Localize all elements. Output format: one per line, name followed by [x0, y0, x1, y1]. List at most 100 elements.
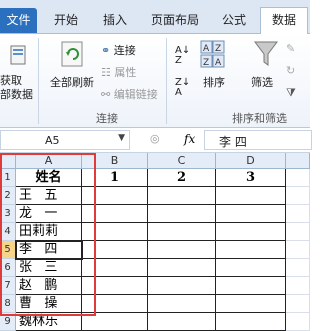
empty-cell[interactable]: [286, 187, 310, 205]
empty-cell[interactable]: [286, 241, 310, 259]
tab-data[interactable]: 数据: [260, 7, 308, 34]
row-header[interactable]: 2: [0, 187, 16, 205]
connections-label: 连接: [113, 44, 136, 57]
cell-b1[interactable]: 1: [82, 169, 148, 187]
empty-cell[interactable]: [286, 277, 310, 295]
empty-cell[interactable]: [216, 295, 286, 313]
reapply-icon: ↻: [286, 64, 296, 77]
properties-button[interactable]: ☷ 属性: [101, 64, 136, 80]
empty-cell[interactable]: [82, 277, 148, 295]
funnel-icon: [254, 41, 278, 66]
empty-cell[interactable]: [216, 259, 286, 277]
sort-za-icon: Z↓ A: [175, 77, 191, 98]
empty-cell[interactable]: [286, 295, 310, 313]
clear-filter-button[interactable]: ✎: [286, 42, 295, 55]
tab-file[interactable]: 文件: [0, 8, 37, 33]
ribbon-data-panel: 获取 部数据 全部刷新 ⚭ 连接 ☷ 属性 ⚯ 编辑链接 连接 A↓ Z Z↓ A: [0, 34, 310, 128]
row-header[interactable]: 6: [0, 259, 16, 277]
cell-a8[interactable]: 曹 操: [16, 295, 82, 313]
empty-cell[interactable]: [286, 205, 310, 223]
empty-cell[interactable]: [216, 187, 286, 205]
empty-cell[interactable]: [82, 223, 148, 241]
svg-text:A: A: [215, 58, 222, 68]
chevron-down-icon[interactable]: ▼: [118, 133, 125, 143]
empty-cell[interactable]: [148, 223, 216, 241]
empty-cell[interactable]: [216, 277, 286, 295]
tab-formulas[interactable]: 公式: [214, 8, 254, 32]
refresh-all-label: 全部刷新: [50, 76, 94, 89]
cancel-entry-icon: ◎: [150, 132, 160, 145]
group-label-connections: 连接: [96, 112, 118, 125]
empty-cell[interactable]: [286, 259, 310, 277]
empty-cell[interactable]: [148, 259, 216, 277]
cell-a3[interactable]: 龙 一: [16, 205, 82, 223]
cell-e1[interactable]: [286, 169, 310, 187]
sort-dialog-icon: A Z Z A: [200, 40, 225, 68]
column-header-b[interactable]: B: [82, 153, 148, 169]
empty-cell[interactable]: [216, 241, 286, 259]
empty-cell[interactable]: [216, 205, 286, 223]
sort-az-icon: A↓ Z: [175, 45, 191, 66]
name-box[interactable]: A5 ▼: [0, 130, 130, 150]
empty-cell[interactable]: [148, 295, 216, 313]
cell-a6[interactable]: 张 三: [16, 259, 82, 277]
sort-descending-button[interactable]: Z↓ A: [175, 78, 190, 98]
get-data-label-2: 部数据: [0, 88, 33, 101]
connections-button[interactable]: ⚭ 连接: [101, 42, 136, 58]
group-label-sort-filter: 排序和筛选: [232, 112, 287, 125]
select-all-corner[interactable]: [0, 153, 16, 169]
cell-a1[interactable]: 姓名: [16, 169, 82, 187]
cell-a2[interactable]: 王 五: [16, 187, 82, 205]
cell-a4[interactable]: 田莉莉: [16, 223, 82, 241]
insert-function-button[interactable]: fx: [184, 132, 195, 146]
row-header[interactable]: 4: [0, 223, 16, 241]
advanced-filter-icon: ⧩: [286, 86, 296, 99]
empty-cell[interactable]: [286, 223, 310, 241]
separator: [166, 38, 167, 124]
cell-d1[interactable]: 3: [216, 169, 286, 187]
database-icon: [10, 45, 26, 65]
empty-cell[interactable]: [148, 241, 216, 259]
tab-insert[interactable]: 插入: [95, 8, 135, 32]
empty-cell[interactable]: [148, 187, 216, 205]
empty-cell[interactable]: [216, 223, 286, 241]
separator: [38, 38, 39, 124]
empty-cell[interactable]: [148, 277, 216, 295]
empty-cell[interactable]: [82, 295, 148, 313]
ribbon-tab-bar: 文件 开始 插入 页面布局 公式 数据: [0, 0, 310, 34]
column-header-c[interactable]: C: [148, 153, 216, 169]
empty-cell[interactable]: [82, 187, 148, 205]
empty-cell[interactable]: [82, 241, 148, 259]
edit-links-button[interactable]: ⚯ 编辑链接: [101, 86, 158, 102]
row-header[interactable]: 7: [0, 277, 16, 295]
cell-a5[interactable]: 李 四: [16, 241, 82, 259]
row-header-selected[interactable]: 5: [0, 241, 16, 259]
properties-icon: ☷: [101, 66, 111, 79]
edit-links-icon: ⚯: [101, 88, 111, 101]
empty-cell[interactable]: [148, 205, 216, 223]
row-header[interactable]: 1: [0, 169, 16, 187]
worksheet-grid[interactable]: A B C D 1 2 3 4 5 6 7 8 9 姓名 1 2 3 王 五 龙…: [0, 153, 310, 331]
svg-text:Z: Z: [203, 58, 209, 68]
svg-text:A: A: [203, 44, 210, 54]
properties-label: 属性: [114, 66, 137, 79]
cell-a7[interactable]: 赵 鹏: [16, 277, 82, 295]
column-header-a[interactable]: A: [16, 153, 82, 169]
advanced-filter-button[interactable]: ⧩: [286, 86, 296, 100]
empty-cell[interactable]: [82, 259, 148, 277]
connections-icon: ⚭: [101, 44, 111, 57]
refresh-icon: [61, 41, 83, 67]
tab-home[interactable]: 开始: [46, 8, 86, 32]
tab-page-layout[interactable]: 页面布局: [144, 8, 206, 32]
row-header[interactable]: 8: [0, 295, 16, 313]
edit-links-label: 编辑链接: [113, 88, 158, 101]
column-header-d[interactable]: D: [216, 153, 286, 169]
column-header-e[interactable]: [286, 153, 310, 169]
row-header[interactable]: 3: [0, 205, 16, 223]
reapply-filter-button[interactable]: ↻: [286, 64, 295, 77]
formula-input[interactable]: 李 四: [204, 130, 312, 150]
clear-filter-icon: ✎: [286, 42, 296, 55]
cell-c1[interactable]: 2: [148, 169, 216, 187]
empty-cell[interactable]: [82, 205, 148, 223]
sort-ascending-button[interactable]: A↓ Z: [175, 46, 190, 66]
